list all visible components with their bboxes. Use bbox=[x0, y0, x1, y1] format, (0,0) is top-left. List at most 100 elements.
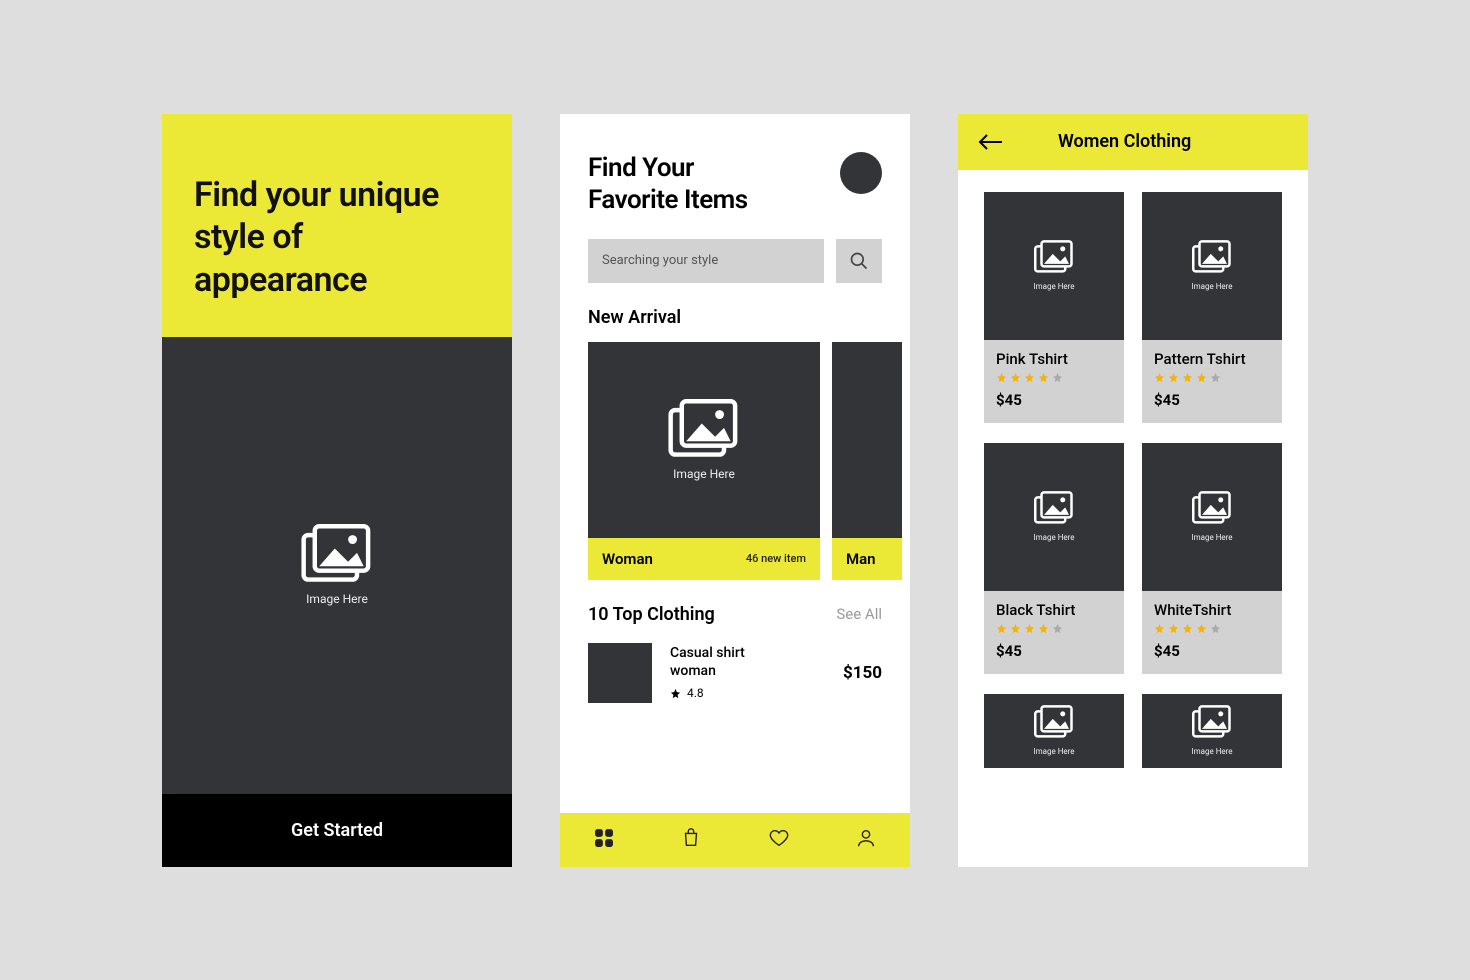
hero-banner: Find your unique style of appearance bbox=[162, 114, 512, 338]
nav-cart[interactable] bbox=[680, 827, 702, 853]
search-button[interactable] bbox=[836, 239, 882, 283]
star-icon bbox=[1154, 372, 1165, 383]
star-icon bbox=[1052, 623, 1063, 634]
product-rating bbox=[996, 372, 1112, 383]
star-icon bbox=[1038, 623, 1049, 634]
star-icon bbox=[1038, 372, 1049, 383]
image-placeholder-icon: Image Here bbox=[1033, 705, 1074, 756]
image-placeholder-icon: Image Here bbox=[1191, 240, 1232, 291]
arrival-card-woman[interactable]: Image Here Woman 46 new item bbox=[588, 342, 820, 580]
category-screen: Women Clothing Image HerePink Tshirt$45I… bbox=[958, 114, 1308, 867]
image-placeholder-label: Image Here bbox=[1191, 533, 1232, 542]
arrival-card-man[interactable]: Man bbox=[832, 342, 902, 580]
see-all-link[interactable]: See All bbox=[836, 605, 882, 623]
image-placeholder-label: Image Here bbox=[306, 592, 368, 606]
image-placeholder-label: Image Here bbox=[673, 467, 735, 481]
product-price: $150 bbox=[843, 663, 882, 683]
product-card[interactable]: Image Here Pattern Tshirt $45 bbox=[1142, 192, 1282, 423]
star-icon bbox=[1196, 372, 1207, 383]
picture-icon bbox=[1192, 240, 1232, 274]
star-icon bbox=[1168, 372, 1179, 383]
category-header: Women Clothing bbox=[958, 114, 1308, 170]
image-placeholder-icon: Image Here bbox=[668, 399, 740, 481]
back-icon[interactable] bbox=[978, 133, 1004, 151]
page-title: Find Your Favorite Items bbox=[588, 152, 748, 217]
product-price: $45 bbox=[996, 642, 1112, 660]
search-icon bbox=[849, 251, 869, 271]
product-price: $45 bbox=[996, 391, 1112, 409]
image-placeholder-label: Image Here bbox=[1191, 747, 1232, 756]
nav-favorites[interactable] bbox=[768, 827, 790, 853]
picture-icon bbox=[1034, 705, 1074, 739]
image-placeholder-icon: Image Here bbox=[1033, 491, 1074, 542]
category-title: Women Clothing bbox=[1058, 131, 1191, 152]
hero-headline: Find your unique style of appearance bbox=[194, 174, 480, 302]
onboarding-screen: Find your unique style of appearance Ima… bbox=[162, 114, 512, 867]
image-placeholder-icon: Image Here bbox=[1033, 240, 1074, 291]
product-card[interactable]: Image Here Black Tshirt $45 bbox=[984, 443, 1124, 674]
image-placeholder-label: Image Here bbox=[1191, 282, 1232, 291]
product-price: $45 bbox=[1154, 391, 1270, 409]
product-card[interactable]: Image Here bbox=[984, 694, 1124, 768]
search-input[interactable]: Searching your style bbox=[588, 239, 824, 283]
search-placeholder: Searching your style bbox=[602, 253, 718, 268]
star-icon bbox=[1154, 623, 1165, 634]
product-rating: 4.8 bbox=[670, 686, 825, 700]
star-icon bbox=[1010, 623, 1021, 634]
star-icon bbox=[1024, 623, 1035, 634]
image-placeholder-label: Image Here bbox=[1033, 282, 1074, 291]
star-icon bbox=[1052, 372, 1063, 383]
product-name: WhiteTshirt bbox=[1154, 601, 1270, 619]
image-placeholder-label: Image Here bbox=[1033, 747, 1074, 756]
star-icon bbox=[670, 688, 681, 699]
bag-icon bbox=[680, 827, 702, 849]
picture-icon bbox=[668, 399, 740, 459]
home-screen: Find Your Favorite Items Searching your … bbox=[560, 114, 910, 867]
product-rating bbox=[996, 623, 1112, 634]
nav-home[interactable] bbox=[593, 827, 615, 853]
product-thumb bbox=[588, 643, 652, 703]
image-placeholder-icon: Image Here bbox=[1191, 705, 1232, 756]
star-icon bbox=[996, 372, 1007, 383]
nav-profile[interactable] bbox=[855, 827, 877, 853]
image-placeholder-icon: Image Here bbox=[1191, 491, 1232, 542]
picture-icon bbox=[1034, 491, 1074, 525]
product-price: $45 bbox=[1154, 642, 1270, 660]
star-icon bbox=[1210, 623, 1221, 634]
picture-icon bbox=[301, 524, 373, 584]
arrival-count: 46 new item bbox=[746, 552, 806, 565]
star-icon bbox=[1024, 372, 1035, 383]
product-name: Casual shirt woman bbox=[670, 645, 780, 680]
new-arrival-heading: New Arrival bbox=[588, 307, 882, 328]
product-card[interactable]: Image Here WhiteTshirt $45 bbox=[1142, 443, 1282, 674]
picture-icon bbox=[1192, 705, 1232, 739]
star-icon bbox=[996, 623, 1007, 634]
star-icon bbox=[1196, 623, 1207, 634]
star-icon bbox=[1210, 372, 1221, 383]
product-name: Pattern Tshirt bbox=[1154, 350, 1270, 368]
picture-icon bbox=[1192, 491, 1232, 525]
top-clothing-heading: 10 Top Clothing bbox=[588, 604, 715, 625]
heart-icon bbox=[768, 827, 790, 849]
arrival-category: Woman bbox=[602, 550, 653, 568]
grid-icon bbox=[593, 827, 615, 849]
product-card[interactable]: Image Here bbox=[1142, 694, 1282, 768]
image-placeholder-label: Image Here bbox=[1033, 533, 1074, 542]
hero-image-placeholder: Image Here bbox=[162, 337, 512, 794]
picture-icon bbox=[1034, 240, 1074, 274]
star-icon bbox=[1182, 372, 1193, 383]
image-placeholder-icon: Image Here bbox=[301, 524, 373, 606]
user-icon bbox=[855, 827, 877, 849]
product-name: Black Tshirt bbox=[996, 601, 1112, 619]
star-icon bbox=[1182, 623, 1193, 634]
top-clothing-item[interactable]: Casual shirt woman 4.8 $150 bbox=[588, 643, 882, 703]
product-card[interactable]: Image Here Pink Tshirt $45 bbox=[984, 192, 1124, 423]
bottom-nav bbox=[560, 813, 910, 867]
product-rating bbox=[1154, 372, 1270, 383]
product-name: Pink Tshirt bbox=[996, 350, 1112, 368]
star-icon bbox=[1168, 623, 1179, 634]
product-rating bbox=[1154, 623, 1270, 634]
avatar[interactable] bbox=[840, 152, 882, 194]
get-started-button[interactable]: Get Started bbox=[162, 794, 512, 867]
star-icon bbox=[1010, 372, 1021, 383]
